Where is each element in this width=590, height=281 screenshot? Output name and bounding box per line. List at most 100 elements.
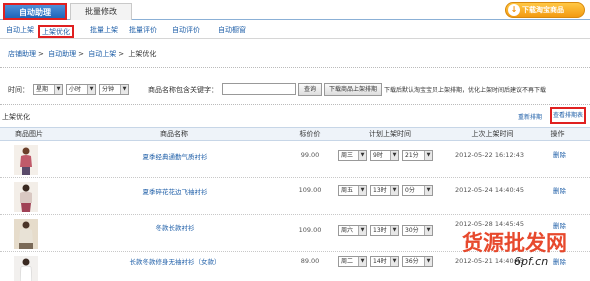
chevron-down-icon: ▼ — [390, 257, 398, 266]
weekday-select-value: 星期 — [36, 86, 49, 93]
weekday-select[interactable]: 周三 ▼ — [338, 150, 367, 161]
minute-select-value: 36分 — [405, 258, 419, 265]
weekday-select-value: 周五 — [341, 187, 354, 194]
watermark-domain: 6pf.cn — [514, 255, 549, 268]
table-row: 夏季经典通勤气质衬衫 99.00 周三 ▼ 9时 ▼ 21分 ▼ 2012-05-22… — [0, 142, 590, 178]
divider — [0, 67, 590, 68]
hour-select-value: 9时 — [373, 152, 383, 159]
weekday-select[interactable]: 周五 ▼ — [338, 185, 367, 196]
download-icon: ↓ — [508, 4, 520, 16]
product-price: 99.00 — [300, 151, 320, 159]
divider — [0, 104, 590, 105]
query-button[interactable]: 查询 — [298, 83, 322, 96]
view-schedule-link[interactable]: 查看排期表 — [550, 107, 587, 124]
product-price: 109.00 — [298, 186, 322, 194]
delete-link[interactable]: 删除 — [553, 256, 566, 266]
last-listing-time: 2012-05-22 16:12:43 — [455, 151, 525, 159]
section-title: 上架优化 — [2, 113, 30, 121]
weekday-select-value: 周三 — [341, 152, 354, 159]
minute-select-value: 21分 — [405, 152, 419, 159]
product-name[interactable]: 冬款长款衬衫 — [60, 222, 290, 232]
header-image: 商品图片 — [15, 130, 43, 138]
weekday-select-value: 周二 — [341, 258, 354, 265]
tab-batch-edit[interactable]: 批量修改 — [70, 3, 132, 20]
weekday-select[interactable]: 周二 ▼ — [338, 256, 367, 267]
subnav-auto-listing[interactable]: 自动上架 — [6, 25, 34, 38]
weekday-select[interactable]: 周六 ▼ — [338, 225, 367, 236]
hour-select-value: 小时 — [69, 86, 82, 93]
product-image — [14, 182, 38, 212]
table-header: 商品图片 商品名称 标价价 计划上架时间 上次上架时间 操作 — [0, 127, 590, 141]
chevron-down-icon: ▼ — [424, 257, 432, 266]
chevron-down-icon: ▼ — [358, 186, 366, 195]
hour-select-value: 14时 — [373, 258, 387, 265]
header-planned-time: 计划上架时间 — [369, 130, 411, 138]
header-action: 操作 — [550, 130, 565, 138]
minute-select-value: 30分 — [405, 227, 419, 234]
weekday-select-value: 周六 — [341, 227, 354, 234]
breadcrumb-separator: > — [38, 50, 44, 58]
hour-select[interactable]: 小时 ▼ — [66, 84, 96, 95]
minute-select[interactable]: 36分 ▼ — [402, 256, 433, 267]
breadcrumb-separator: > — [118, 50, 125, 58]
hour-select[interactable]: 13时 ▼ — [370, 185, 399, 196]
keyword-input[interactable] — [222, 83, 296, 95]
subnav-auto-review[interactable]: 自动评价 — [172, 25, 200, 38]
chevron-down-icon: ▼ — [390, 186, 398, 195]
minute-select-value: 0分 — [405, 187, 415, 194]
chevron-down-icon: ▼ — [358, 257, 366, 266]
minute-select[interactable]: 30分 ▼ — [402, 225, 433, 236]
breadcrumb-auto-listing[interactable]: 自动上架 — [88, 50, 116, 58]
minute-select-value: 分钟 — [102, 86, 115, 93]
delete-link[interactable]: 删除 — [553, 149, 566, 159]
product-image — [14, 219, 38, 249]
product-price: 109.00 — [298, 226, 322, 234]
watermark-text: 货源批发网 — [462, 230, 567, 255]
chevron-down-icon: ▼ — [424, 186, 432, 195]
breadcrumb-separator: > — [78, 50, 84, 58]
chevron-down-icon: ▼ — [424, 226, 432, 235]
filter-bar: 时间： 星期 ▼ 小时 ▼ 分钟 ▼ 商品名称包含关键字： 查询 下载商品上架排期 下… — [8, 83, 588, 97]
reschedule-link[interactable]: 重新排期 — [518, 112, 542, 121]
breadcrumb: 店铺助理 > 自动助理 > 自动上架 > 上架优化 — [8, 49, 158, 61]
chevron-down-icon: ▼ — [87, 85, 95, 94]
download-schedule-button[interactable]: 下载商品上架排期 — [324, 83, 382, 96]
product-name[interactable]: 夏季碎花花边飞袖衬衫 — [60, 186, 290, 196]
sub-navigation: 自动上架 上架优化 批量上架 批量评价 自动评价 自动橱窗 — [0, 22, 590, 39]
header-price: 标价价 — [299, 130, 321, 138]
minute-select[interactable]: 21分 ▼ — [402, 150, 433, 161]
subnav-batch-review[interactable]: 批量评价 — [129, 25, 157, 38]
subnav-listing-optimize[interactable]: 上架优化 — [38, 25, 74, 38]
top-tab-bar: 自动助理 批量修改 ↓ 下载淘宝商品 — [0, 0, 590, 20]
download-button-label: 下载淘宝商品 — [522, 6, 564, 14]
breadcrumb-shop-assistant[interactable]: 店铺助理 — [8, 50, 36, 58]
weekday-select[interactable]: 星期 ▼ — [33, 84, 63, 95]
tab-auto-assistant[interactable]: 自动助理 — [3, 3, 67, 20]
product-name[interactable]: 长款冬款修身无袖衬衫（女款） — [60, 256, 290, 266]
chevron-down-icon: ▼ — [358, 226, 366, 235]
minute-select[interactable]: 分钟 ▼ — [99, 84, 129, 95]
header-last-time: 上次上架时间 — [471, 130, 514, 138]
hour-select[interactable]: 13时 ▼ — [370, 225, 399, 236]
time-label: 时间： — [8, 86, 29, 94]
subnav-batch-listing[interactable]: 批量上架 — [90, 25, 118, 38]
chevron-down-icon: ▼ — [390, 226, 398, 235]
product-price: 89.00 — [300, 257, 320, 265]
hour-select[interactable]: 9时 ▼ — [370, 150, 399, 161]
chevron-down-icon: ▼ — [424, 151, 432, 160]
breadcrumb-auto-assistant[interactable]: 自动助理 — [48, 50, 76, 58]
chevron-down-icon: ▼ — [54, 85, 62, 94]
chevron-down-icon: ▼ — [390, 151, 398, 160]
subnav-auto-showcase[interactable]: 自动橱窗 — [218, 25, 246, 38]
hour-select[interactable]: 14时 ▼ — [370, 256, 399, 267]
chevron-down-icon: ▼ — [358, 151, 366, 160]
product-image — [14, 145, 38, 175]
download-taobao-goods-button[interactable]: ↓ 下载淘宝商品 — [505, 2, 585, 18]
download-hint: 下载后默认淘宝宝贝上架排期，优化上架时间后建议不再下载 — [384, 87, 547, 94]
keyword-label: 商品名称包含关键字： — [148, 86, 218, 94]
minute-select[interactable]: 0分 ▼ — [402, 185, 433, 196]
delete-link[interactable]: 删除 — [553, 185, 566, 195]
product-name[interactable]: 夏季经典通勤气质衬衫 — [60, 151, 290, 161]
table-row: 长款冬款修身无袖衬衫（女款） 89.00 周二 ▼ 14时 ▼ 36分 ▼ 2012-… — [0, 253, 590, 281]
last-listing-time: 2012-05-24 14:40:45 — [455, 186, 525, 194]
